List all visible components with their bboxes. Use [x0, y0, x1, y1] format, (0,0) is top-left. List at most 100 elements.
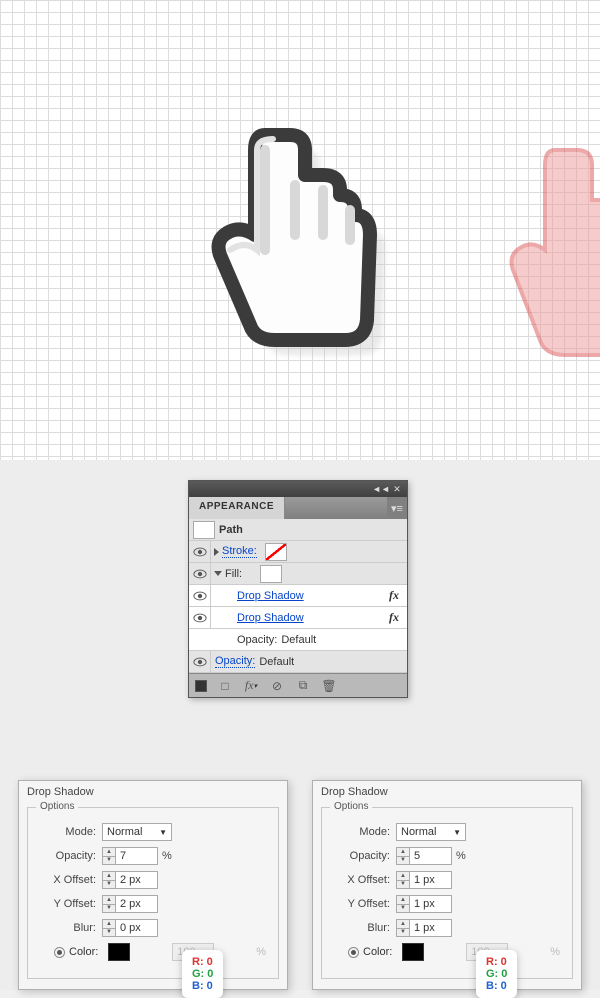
blur-label: Blur:: [36, 922, 96, 934]
fill-swatch[interactable]: [260, 565, 282, 583]
row-opacity[interactable]: Opacity: Default: [189, 651, 407, 673]
opacity-label: Opacity:: [36, 850, 96, 862]
mode-row: Mode: Normal▼: [36, 822, 270, 842]
disclosure-icon[interactable]: [214, 548, 219, 556]
fx-icon: fx: [389, 588, 399, 603]
row-fill-opacity[interactable]: Opacity: Default: [189, 629, 407, 651]
rgb-r: R: 0: [486, 956, 507, 968]
mode-label: Mode:: [36, 826, 96, 838]
stroke-swatch-none[interactable]: [265, 543, 287, 561]
panel-header: ◄◄ ✕: [189, 481, 407, 497]
row-effect-1[interactable]: Drop Shadow fx: [189, 585, 407, 607]
path-label: Path: [219, 524, 243, 536]
visibility-icon[interactable]: [189, 541, 211, 563]
row-effect-2[interactable]: Drop Shadow fx: [189, 607, 407, 629]
blur-label: Blur:: [330, 922, 390, 934]
hand-cursor-icon: [195, 115, 395, 355]
yoffset-label: Y Offset:: [36, 898, 96, 910]
xoffset-stepper[interactable]: ▲▼1 px: [396, 871, 452, 889]
yoffset-label: Y Offset:: [330, 898, 390, 910]
tab-spacer: [285, 497, 387, 519]
opacity-value: Default: [281, 634, 316, 646]
disclosure-down-icon[interactable]: [214, 571, 222, 576]
mode-select[interactable]: Normal▼: [102, 823, 172, 841]
collapse-icon[interactable]: ◄◄: [375, 484, 387, 494]
panel-footer: □ fx▾ ⊘ ⧉ 🗑: [189, 673, 407, 697]
row-fill[interactable]: Fill:: [189, 563, 407, 585]
row-path[interactable]: Path: [189, 519, 407, 541]
mode-select[interactable]: Normal▼: [396, 823, 466, 841]
opacity-link[interactable]: Opacity:: [215, 655, 255, 668]
visibility-icon[interactable]: [189, 607, 211, 629]
opacity-stepper[interactable]: ▲▼7: [102, 847, 158, 865]
visibility-icon[interactable]: [189, 563, 211, 585]
fill-label: Fill:: [225, 568, 242, 580]
options-label: Options: [330, 801, 372, 812]
trash-icon[interactable]: 🗑: [321, 678, 337, 694]
effect-link[interactable]: Drop Shadow: [237, 590, 304, 602]
effect-link[interactable]: Drop Shadow: [237, 612, 304, 624]
path-thumb: [193, 521, 215, 539]
mode-label: Mode:: [330, 826, 390, 838]
appearance-rows: Path Stroke: Fill: Drop Shadow fx: [189, 519, 407, 673]
color-radio[interactable]: [348, 947, 359, 958]
visibility-icon[interactable]: [189, 585, 211, 607]
color-radio[interactable]: [54, 947, 65, 958]
color-label: Color:: [69, 946, 98, 958]
stroke-label[interactable]: Stroke:: [222, 545, 257, 558]
appearance-panel: ◄◄ ✕ APPEARANCE ▾≡ Path Stroke: Fill:: [188, 480, 408, 698]
xoffset-label: X Offset:: [36, 874, 96, 886]
opacity-value: Default: [259, 656, 294, 668]
rgb-tooltip-1: R: 0 G: 0 B: 0: [182, 950, 223, 998]
color-row: Color: 100 %: [36, 942, 270, 962]
dialog-title: Drop Shadow: [19, 781, 287, 803]
opacity-stepper[interactable]: ▲▼5: [396, 847, 452, 865]
rgb-g: G: 0: [486, 968, 507, 980]
yoffset-stepper[interactable]: ▲▼1 px: [396, 895, 452, 913]
xoffset-label: X Offset:: [330, 874, 390, 886]
panel-menu-icon[interactable]: ▾≡: [387, 497, 407, 519]
artboard[interactable]: [0, 0, 600, 460]
fx-icon: fx: [389, 610, 399, 625]
options-group: Options Mode: Normal▼ Opacity: ▲▼7 % X O…: [27, 807, 279, 979]
visibility-icon[interactable]: [189, 651, 211, 673]
tab-appearance[interactable]: APPEARANCE: [189, 497, 285, 519]
hand-cursor-red: [500, 140, 600, 360]
drop-shadow-dialog-1: Drop Shadow Options Mode: Normal▼ Opacit…: [18, 780, 288, 990]
panel-tabs: APPEARANCE ▾≡: [189, 497, 407, 519]
blur-row: Blur: ▲▼0 px: [36, 918, 270, 938]
panels-area: ◄◄ ✕ APPEARANCE ▾≡ Path Stroke: Fill:: [0, 460, 600, 990]
color-swatch[interactable]: [108, 943, 130, 961]
rgb-g: G: 0: [192, 968, 213, 980]
opacity-label: Opacity:: [330, 850, 390, 862]
xoffset-stepper[interactable]: ▲▼2 px: [102, 871, 158, 889]
dialog-title: Drop Shadow: [313, 781, 581, 803]
options-label: Options: [36, 801, 78, 812]
rgb-r: R: 0: [192, 956, 213, 968]
blur-stepper[interactable]: ▲▼0 px: [102, 919, 158, 937]
clear-icon[interactable]: ⊘: [269, 678, 285, 694]
yoffset-row: Y Offset: ▲▼2 px: [36, 894, 270, 914]
drop-shadow-dialog-2: Drop Shadow Options Mode: Normal▼ Opacity…: [312, 780, 582, 990]
percent-unit: %: [162, 850, 172, 862]
chevron-down-icon: ▼: [159, 828, 167, 837]
rgb-tooltip-2: R: 0 G: 0 B: 0: [476, 950, 517, 998]
options-group: Options Mode:Normal▼ Opacity:▲▼5% X Offs…: [321, 807, 573, 979]
row-stroke[interactable]: Stroke:: [189, 541, 407, 563]
foot-swatch-icon[interactable]: [195, 680, 207, 692]
duplicate-icon[interactable]: ⧉: [295, 678, 311, 694]
chevron-down-icon: ▼: [453, 828, 461, 837]
xoffset-row: X Offset: ▲▼2 px: [36, 870, 270, 890]
close-icon[interactable]: ✕: [391, 484, 403, 494]
opacity-label: Opacity:: [237, 634, 277, 646]
new-stroke-icon[interactable]: □: [217, 678, 233, 694]
opacity-row: Opacity: ▲▼7 %: [36, 846, 270, 866]
rgb-b: B: 0: [486, 980, 507, 992]
rgb-b: B: 0: [192, 980, 213, 992]
color-label: Color:: [363, 946, 392, 958]
blur-stepper[interactable]: ▲▼1 px: [396, 919, 452, 937]
color-swatch[interactable]: [402, 943, 424, 961]
percent-disabled: %: [256, 946, 266, 958]
add-effect-icon[interactable]: fx▾: [243, 678, 259, 694]
yoffset-stepper[interactable]: ▲▼2 px: [102, 895, 158, 913]
